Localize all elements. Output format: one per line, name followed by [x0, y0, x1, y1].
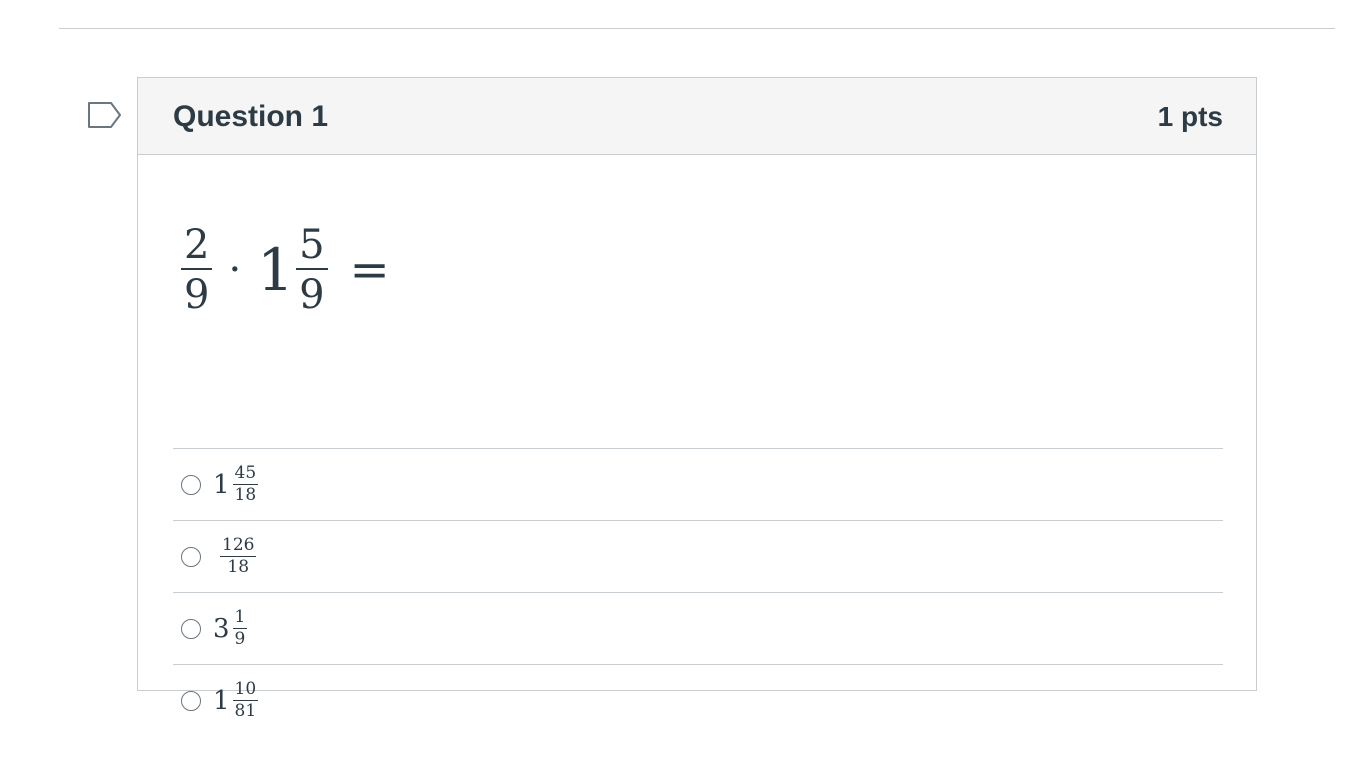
answer-fraction: 10 81	[232, 679, 259, 721]
answer-numerator: 10	[234, 679, 257, 699]
answer-denominator: 18	[234, 485, 257, 505]
answer-denominator: 81	[234, 701, 257, 721]
flag-question-icon[interactable]	[87, 101, 123, 129]
prompt-fraction-a: 2 9	[181, 222, 213, 318]
question-points: 1 pts	[1157, 101, 1223, 132]
answer-numerator: 126	[222, 535, 255, 555]
question-title: Question 1	[173, 100, 329, 133]
answer-option-1[interactable]: 1 45 18	[173, 448, 1223, 520]
prompt-a-numerator: 2	[184, 222, 210, 268]
answer-option-2[interactable]: 126 18	[173, 520, 1223, 592]
answer-option-3[interactable]: 3 1 9	[173, 592, 1223, 664]
prompt-fraction-b: 5 9	[296, 222, 328, 318]
answer-option-4[interactable]: 1 10 81	[173, 664, 1223, 736]
question-card: Question 1 1 pts 2 9 · 1 5 9 = 1 45 18 1…	[137, 77, 1257, 720]
prompt-b-denominator: 9	[299, 272, 325, 318]
answer-whole: 1	[213, 469, 230, 500]
answer-numerator: 45	[234, 463, 257, 483]
prompt-b-numerator: 5	[299, 222, 325, 268]
prompt-operator: ·	[228, 247, 242, 293]
answer-denominator: 9	[234, 629, 246, 649]
answer-numerator: 1	[234, 607, 246, 627]
answer-fraction: 45 18	[232, 463, 259, 505]
prompt-equals: =	[349, 242, 390, 298]
prompt-b-whole: 1	[257, 236, 295, 304]
question-header: Question 1 1 pts	[138, 78, 1256, 155]
answer-whole: 3	[213, 613, 230, 644]
fraction-bar	[296, 268, 328, 270]
radio-button[interactable]	[181, 690, 201, 711]
answer-denominator: 18	[227, 557, 250, 577]
top-divider	[59, 28, 1335, 29]
answer-fraction: 126 18	[220, 535, 257, 577]
answer-whole: 1	[213, 685, 230, 716]
radio-button[interactable]	[181, 618, 201, 639]
radio-button[interactable]	[181, 546, 201, 567]
answer-fraction: 1 9	[232, 607, 248, 649]
answer-list: 1 45 18 126 18 3 1 9 1 10 81	[173, 448, 1223, 736]
radio-button[interactable]	[181, 474, 201, 495]
prompt-a-denominator: 9	[184, 272, 210, 318]
question-prompt: 2 9 · 1 5 9 =	[181, 225, 390, 315]
fraction-bar	[181, 268, 213, 270]
